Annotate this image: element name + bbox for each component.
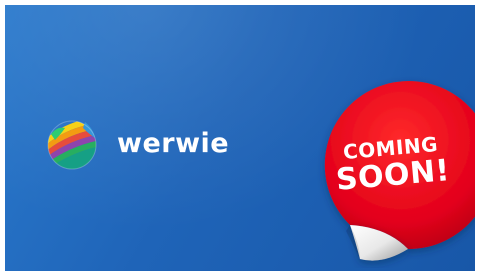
brand-wordmark: werwie [117,127,230,159]
coming-soon-banner: werwie COMING SOON! [5,5,475,271]
brand-logo: werwie [41,113,229,173]
striped-globe-icon [47,120,97,170]
coming-soon-sticker: COMING SOON! [290,77,475,267]
